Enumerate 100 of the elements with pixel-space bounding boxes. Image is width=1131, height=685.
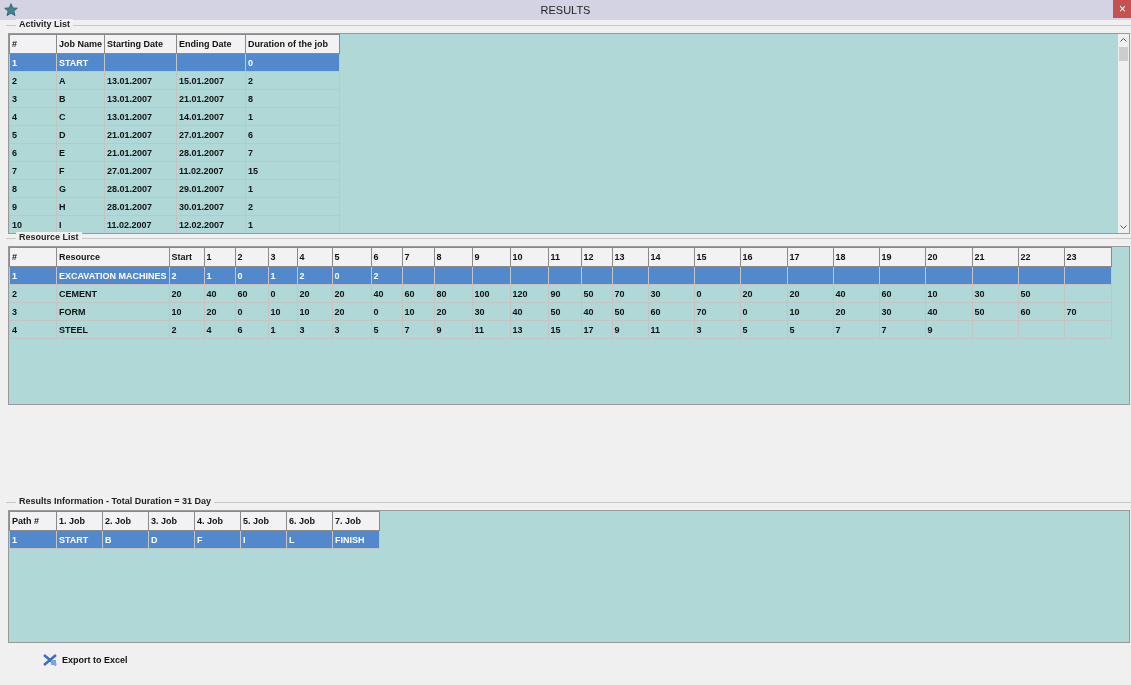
table-cell: 30 xyxy=(972,284,1018,303)
column-header[interactable]: Start xyxy=(169,247,204,267)
column-header[interactable]: 16 xyxy=(740,247,787,267)
column-header[interactable]: 4 xyxy=(297,247,332,267)
table-cell: 20 xyxy=(332,284,371,303)
table-cell: 3 xyxy=(9,302,57,321)
column-header[interactable]: 20 xyxy=(925,247,972,267)
excel-icon xyxy=(43,654,57,666)
column-header[interactable]: 14 xyxy=(648,247,694,267)
table-cell: 10 xyxy=(925,284,972,303)
scroll-thumb[interactable] xyxy=(1119,47,1128,61)
table-cell: 7 xyxy=(402,320,434,339)
column-header[interactable]: 13 xyxy=(612,247,648,267)
table-cell: 11 xyxy=(472,320,510,339)
table-cell: 3 xyxy=(332,320,371,339)
table-cell: 6 xyxy=(9,143,57,162)
table-cell: 3 xyxy=(297,320,332,339)
table-cell: 10 xyxy=(402,302,434,321)
column-header[interactable]: Ending Date xyxy=(176,34,246,54)
table-cell: 40 xyxy=(371,284,402,303)
column-header[interactable]: 5. Job xyxy=(240,511,287,531)
column-header[interactable]: 23 xyxy=(1064,247,1111,267)
table-cell: 4 xyxy=(9,320,57,339)
table-cell: 20 xyxy=(204,302,235,321)
column-header[interactable]: 17 xyxy=(787,247,833,267)
table-cell: 2 xyxy=(245,71,340,90)
table-cell: 15 xyxy=(548,320,581,339)
table-cell: 13.01.2007 xyxy=(104,89,177,108)
column-header[interactable]: 3. Job xyxy=(148,511,195,531)
table-cell: C xyxy=(56,107,105,126)
column-header[interactable]: 18 xyxy=(833,247,879,267)
table-cell: 30 xyxy=(648,284,694,303)
table-cell: 0 xyxy=(235,302,268,321)
table-cell: 7 xyxy=(245,143,340,162)
table-cell: 60 xyxy=(235,284,268,303)
table-cell: 13.01.2007 xyxy=(104,71,177,90)
table-cell: 0 xyxy=(740,302,787,321)
table-cell: 20 xyxy=(833,302,879,321)
table-cell: 17 xyxy=(581,320,612,339)
table-cell: 21.01.2007 xyxy=(104,125,177,144)
column-header[interactable]: 11 xyxy=(548,247,581,267)
table-cell: 0 xyxy=(371,302,402,321)
table-cell: 10 xyxy=(169,302,204,321)
scrollbar[interactable] xyxy=(1118,34,1129,233)
column-header[interactable]: 6. Job xyxy=(286,511,333,531)
column-header[interactable]: Starting Date xyxy=(104,34,177,54)
scroll-down-icon[interactable] xyxy=(1120,225,1127,230)
table-cell: B xyxy=(56,89,105,108)
table-cell: 28.01.2007 xyxy=(104,197,177,216)
table-cell: 20 xyxy=(740,284,787,303)
column-header[interactable]: 15 xyxy=(694,247,740,267)
table-cell: 70 xyxy=(612,284,648,303)
window-title: RESULTS xyxy=(540,4,591,16)
table-cell: 15.01.2007 xyxy=(176,71,246,90)
table-cell: 100 xyxy=(472,284,510,303)
column-header[interactable]: # xyxy=(9,34,57,54)
column-header[interactable]: 19 xyxy=(879,247,925,267)
table-cell: 28.01.2007 xyxy=(176,143,246,162)
table-cell: 60 xyxy=(648,302,694,321)
table-cell: 6 xyxy=(235,320,268,339)
table-cell: 2 xyxy=(245,197,340,216)
table-cell: 40 xyxy=(925,302,972,321)
export-button[interactable]: Export to Excel xyxy=(40,651,131,669)
column-header[interactable]: 7 xyxy=(402,247,434,267)
group-title: Resource List xyxy=(16,232,82,242)
column-header[interactable]: # xyxy=(9,247,57,267)
table-cell: 1 xyxy=(268,320,297,339)
column-header[interactable]: 10 xyxy=(510,247,548,267)
column-header[interactable]: 1. Job xyxy=(56,511,103,531)
column-header[interactable]: 8 xyxy=(434,247,472,267)
column-header[interactable]: 2. Job xyxy=(102,511,149,531)
table-cell: 2 xyxy=(9,71,57,90)
table-cell: 40 xyxy=(833,284,879,303)
table-cell: 20 xyxy=(297,284,332,303)
scroll-up-icon[interactable] xyxy=(1120,37,1127,42)
table-cell: 29.01.2007 xyxy=(176,179,246,198)
table-cell: 14.01.2007 xyxy=(176,107,246,126)
column-header[interactable]: 9 xyxy=(472,247,510,267)
table-cell: 12.02.2007 xyxy=(176,215,246,233)
column-header[interactable]: 4. Job xyxy=(194,511,241,531)
table-cell: 9 xyxy=(434,320,472,339)
column-header[interactable]: Path # xyxy=(9,511,57,531)
table-cell: 8 xyxy=(9,179,57,198)
column-header[interactable]: 21 xyxy=(972,247,1018,267)
column-header[interactable]: 22 xyxy=(1018,247,1064,267)
close-button[interactable]: × xyxy=(1113,0,1131,18)
column-header[interactable]: Duration of the job xyxy=(245,34,340,54)
column-header[interactable]: 6 xyxy=(371,247,402,267)
table-cell: 9 xyxy=(9,197,57,216)
table-cell: 50 xyxy=(612,302,648,321)
column-header[interactable]: 3 xyxy=(268,247,297,267)
column-header[interactable]: Job Name xyxy=(56,34,105,54)
column-header[interactable]: 12 xyxy=(581,247,612,267)
column-header[interactable]: Resource xyxy=(56,247,169,267)
column-header[interactable]: 5 xyxy=(332,247,371,267)
column-header[interactable]: 1 xyxy=(204,247,235,267)
column-header[interactable]: 2 xyxy=(235,247,268,267)
table-cell: G xyxy=(56,179,105,198)
column-header[interactable]: 7. Job xyxy=(332,511,380,531)
table-cell: 40 xyxy=(204,284,235,303)
